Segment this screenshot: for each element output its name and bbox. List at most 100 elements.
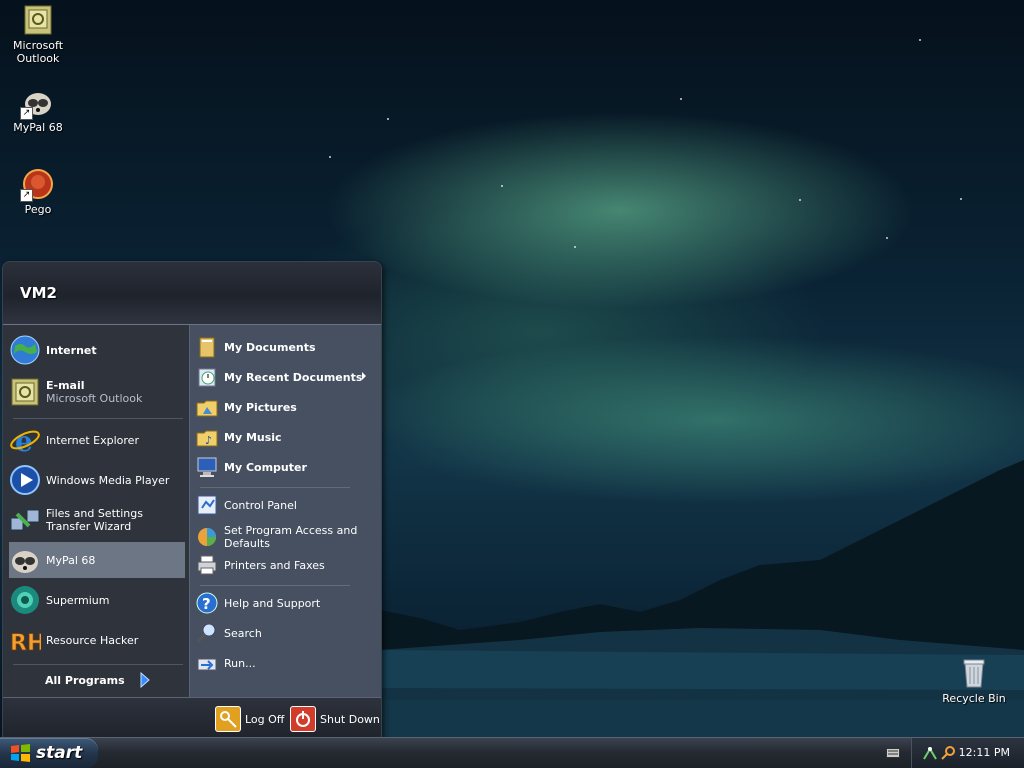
submenu-arrow-icon	[362, 372, 366, 380]
desktop-icon-mypal[interactable]: ↗ MyPal 68	[0, 86, 76, 134]
windows-logo-icon	[11, 744, 30, 762]
item-label: MyPal 68	[46, 553, 96, 567]
start-menu-places-pane: My Documents My Recent Documents My Pict…	[189, 325, 381, 697]
svg-text:♪: ♪	[205, 434, 212, 447]
svg-text:e: e	[15, 425, 33, 456]
item-label: My Documents	[224, 340, 316, 354]
settings-item-control-panel[interactable]: Control Panel	[196, 492, 374, 518]
pinned-item-internet[interactable]: Internet	[9, 332, 185, 368]
item-label: Internet	[46, 343, 97, 357]
item-label: Help and Support	[224, 596, 321, 610]
outlook-icon	[22, 4, 54, 36]
log-off-label: Log Off	[245, 712, 285, 726]
search-icon	[196, 622, 218, 644]
all-programs-button[interactable]: All Programs	[45, 665, 155, 695]
pinned-item-email[interactable]: E-mail Microsoft Outlook	[9, 374, 185, 410]
program-access-icon	[196, 526, 218, 548]
taskbar: start 12:11 PM	[0, 737, 1024, 768]
media-player-icon	[9, 464, 41, 496]
system-tray: 12:11 PM	[911, 738, 1024, 768]
computer-icon	[196, 456, 218, 478]
shortcut-arrow-icon: ↗	[20, 189, 33, 202]
search-tray-icon[interactable]	[940, 745, 956, 761]
keyboard-icon[interactable]	[886, 748, 900, 758]
start-button[interactable]: start	[0, 738, 98, 768]
item-label: Set Program Access and Defaults	[224, 524, 358, 550]
mypal-icon	[9, 544, 41, 576]
arrow-right-icon	[140, 672, 150, 688]
music-folder-icon: ♪	[196, 426, 218, 448]
user-name: VM2	[20, 284, 57, 302]
desktop-icon-label: Microsoft Outlook	[12, 39, 64, 65]
transfer-wizard-icon	[9, 504, 41, 536]
recent-documents-icon	[196, 366, 218, 388]
program-item-windows-media-player[interactable]: Windows Media Player	[9, 462, 185, 498]
desktop-icon-outlook[interactable]: Microsoft Outlook	[0, 4, 76, 65]
start-menu-footer: Log Off Shut Down	[3, 697, 381, 739]
printer-icon	[196, 554, 218, 576]
all-programs-label: All Programs	[45, 673, 125, 687]
shut-down-label: Shut Down	[320, 712, 380, 726]
place-item-my-computer[interactable]: My Computer	[196, 454, 374, 480]
pictures-folder-icon	[196, 396, 218, 418]
run-icon	[196, 652, 218, 674]
place-item-my-recent-documents[interactable]: My Recent Documents	[196, 364, 374, 390]
start-menu: VM2 Internet E-mail Microsoft Outlook e …	[2, 261, 382, 740]
desktop-icon-pego[interactable]: ↗ Pego	[0, 168, 76, 216]
item-label: My Music	[224, 430, 282, 444]
documents-folder-icon	[196, 336, 218, 358]
settings-item-printers[interactable]: Printers and Faxes	[196, 552, 374, 578]
desktop-icon-label: Pego	[24, 203, 52, 216]
desktop-icon-label: MyPal 68	[13, 121, 63, 134]
item-label: Supermium	[46, 593, 110, 607]
program-item-supermium[interactable]: Supermium	[9, 582, 185, 618]
desktop-icon-label: Recycle Bin	[942, 692, 1006, 705]
shut-down-button[interactable]: Shut Down	[290, 706, 380, 732]
resource-hacker-icon: RH	[9, 624, 46, 657]
help-item-run[interactable]: Run...	[196, 650, 374, 676]
svg-text:?: ?	[202, 595, 211, 613]
place-item-my-music[interactable]: ♪ My Music	[196, 424, 374, 450]
program-item-transfer-wizard[interactable]: Files and Settings Transfer Wizard	[9, 502, 185, 538]
program-item-internet-explorer[interactable]: e Internet Explorer	[9, 422, 185, 458]
item-label: Run...	[224, 656, 256, 670]
place-item-my-pictures[interactable]: My Pictures	[196, 394, 374, 420]
item-label: Files and Settings Transfer Wizard	[46, 507, 143, 533]
item-label: My Computer	[224, 460, 307, 474]
item-label: Windows Media Player	[46, 473, 170, 487]
pego-icon: ↗	[20, 168, 54, 202]
item-label: My Pictures	[224, 400, 297, 414]
item-label: Control Panel	[224, 498, 297, 512]
start-menu-programs-pane: Internet E-mail Microsoft Outlook e Inte…	[3, 325, 189, 697]
program-item-mypal[interactable]: MyPal 68	[9, 542, 185, 578]
start-label: start	[36, 743, 83, 763]
help-item-help-and-support[interactable]: ? Help and Support	[196, 590, 374, 616]
log-off-button[interactable]: Log Off	[215, 706, 284, 732]
internet-explorer-icon: e	[9, 424, 41, 458]
shortcut-arrow-icon: ↗	[20, 107, 33, 120]
settings-item-program-access[interactable]: Set Program Access and Defaults	[196, 522, 374, 552]
clock[interactable]: 12:11 PM	[959, 746, 1010, 759]
mypal-icon: ↗	[20, 86, 54, 120]
outlook-icon	[9, 376, 41, 408]
program-item-resource-hacker[interactable]: RH Resource Hacker	[9, 622, 185, 658]
control-panel-icon	[196, 494, 218, 516]
supermium-icon	[9, 584, 41, 616]
desktop-icon-recycle-bin[interactable]: Recycle Bin	[936, 657, 1012, 705]
svg-text:RH: RH	[10, 631, 41, 656]
item-sublabel: Microsoft Outlook	[46, 392, 143, 405]
item-label: Internet Explorer	[46, 433, 139, 447]
network-icon[interactable]	[922, 745, 938, 761]
help-icon: ?	[196, 592, 218, 614]
separator	[200, 487, 350, 488]
separator	[200, 585, 350, 586]
power-icon	[290, 706, 316, 732]
start-menu-header: VM2	[3, 262, 381, 325]
recycle-bin-icon	[958, 657, 990, 689]
help-item-search[interactable]: Search	[196, 620, 374, 646]
item-label: Search	[224, 626, 262, 640]
item-label: Resource Hacker	[46, 633, 139, 647]
separator	[13, 418, 183, 419]
place-item-my-documents[interactable]: My Documents	[196, 334, 374, 360]
item-label: E-mail	[46, 379, 85, 392]
